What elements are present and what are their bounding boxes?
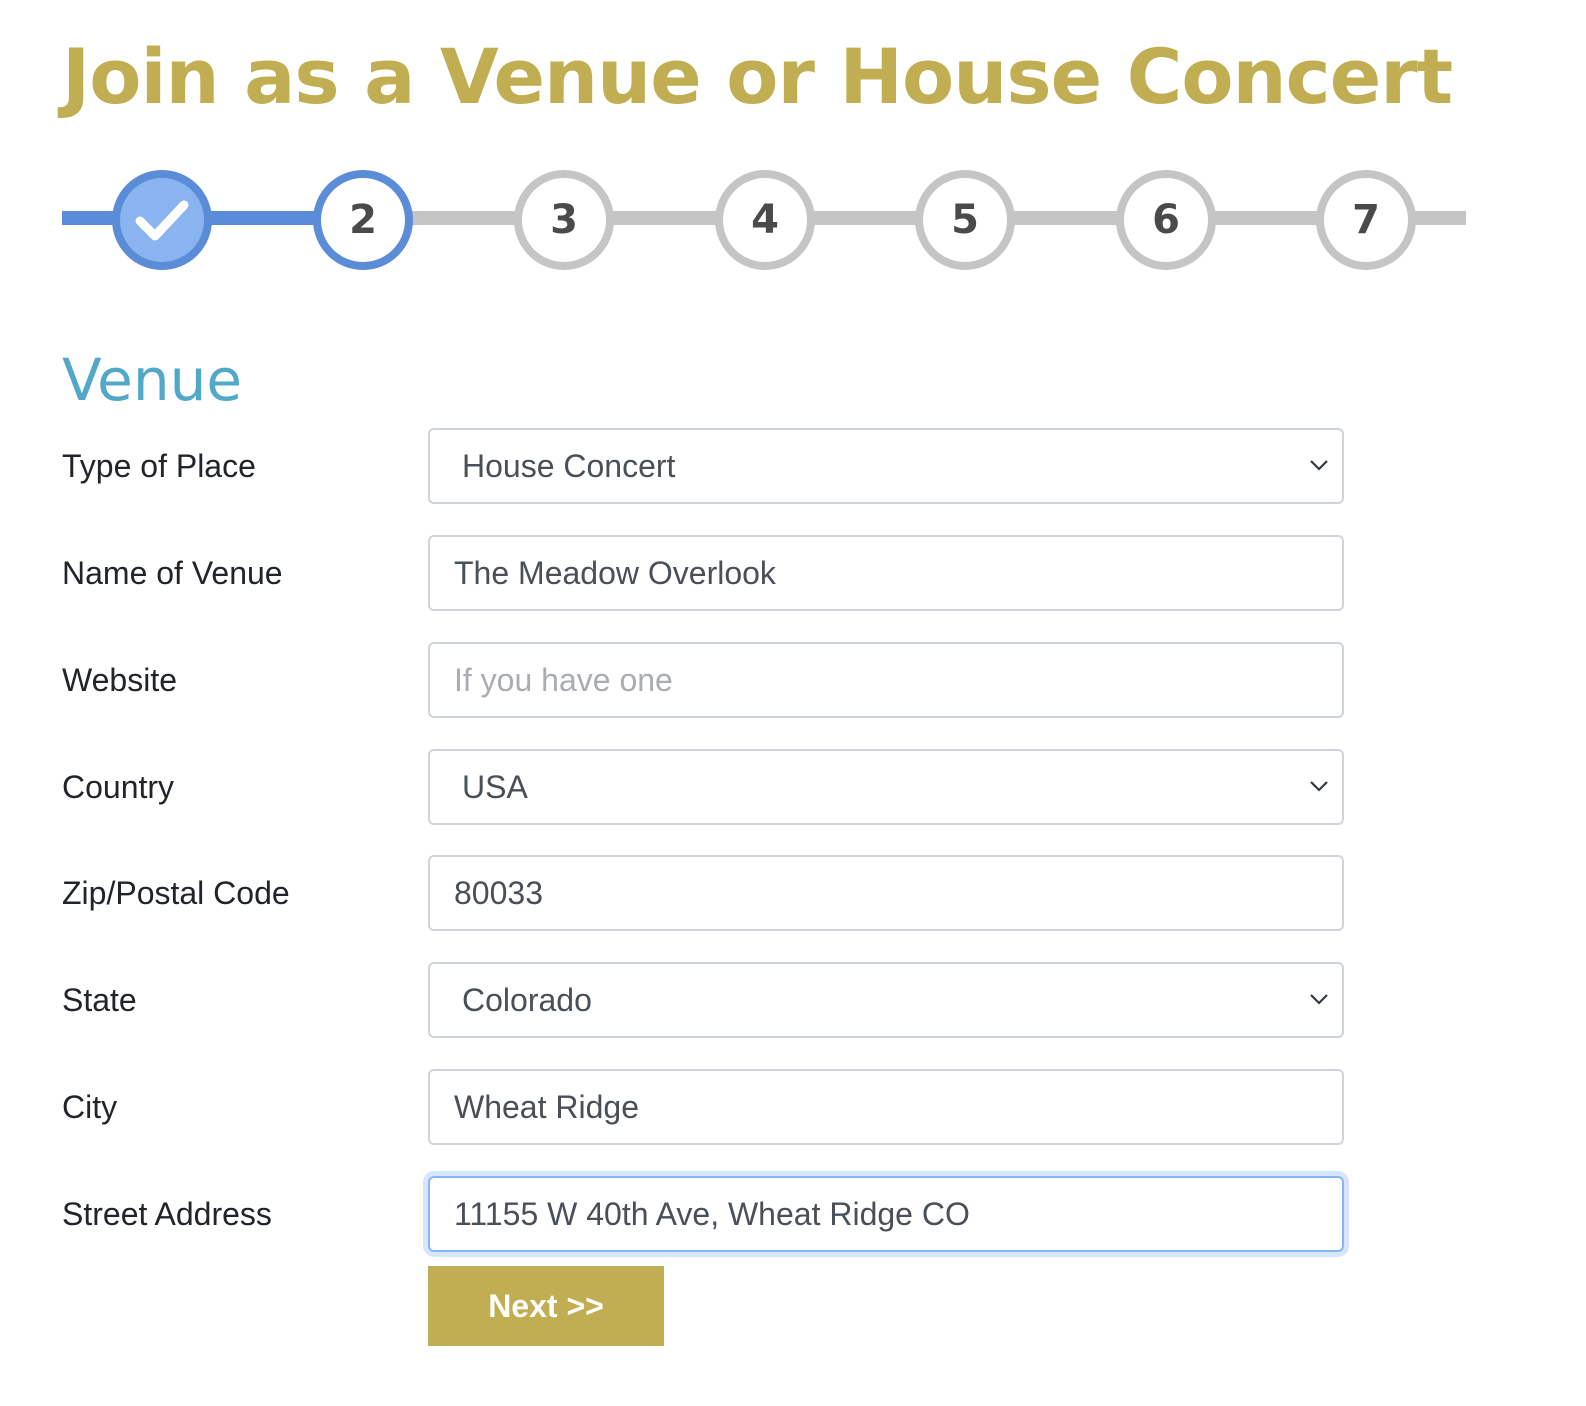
chevron-down-icon	[1310, 460, 1328, 471]
street-address-row: Street Address	[62, 1176, 1352, 1252]
city-row: City	[62, 1069, 1352, 1145]
chevron-down-icon	[1310, 781, 1328, 792]
progress-stepper: 2 3 4 5 6 7	[62, 170, 1466, 274]
check-icon	[134, 196, 190, 244]
step-1-completed[interactable]	[112, 170, 212, 270]
city-input[interactable]	[428, 1069, 1344, 1145]
state-row: State Colorado	[62, 962, 1352, 1038]
step-2-current[interactable]: 2	[313, 170, 413, 270]
zip-row: Zip/Postal Code	[62, 855, 1352, 931]
page-title: Join as a Venue or House Concert	[62, 32, 1453, 121]
country-value[interactable]: USA	[428, 749, 1344, 825]
name-of-venue-input[interactable]	[428, 535, 1344, 611]
street-address-label: Street Address	[62, 1196, 272, 1232]
website-row: Website	[62, 642, 1352, 718]
zip-label: Zip/Postal Code	[62, 875, 290, 911]
chevron-down-icon	[1310, 994, 1328, 1005]
next-button[interactable]: Next >>	[428, 1266, 664, 1346]
country-select[interactable]: USA	[428, 749, 1344, 825]
name-of-venue-label: Name of Venue	[62, 555, 283, 591]
state-label: State	[62, 982, 137, 1018]
step-7: 7	[1316, 170, 1416, 270]
street-address-input[interactable]	[428, 1176, 1344, 1252]
zip-input[interactable]	[428, 855, 1344, 931]
type-of-place-value[interactable]: House Concert	[428, 428, 1344, 504]
name-of-venue-row: Name of Venue	[62, 535, 1352, 611]
state-select[interactable]: Colorado	[428, 962, 1344, 1038]
step-5: 5	[915, 170, 1015, 270]
type-of-place-row: Type of Place House Concert	[62, 428, 1352, 504]
city-label: City	[62, 1089, 118, 1125]
website-input[interactable]	[428, 642, 1344, 718]
section-title-venue: Venue	[62, 346, 243, 414]
step-6: 6	[1116, 170, 1216, 270]
step-4: 4	[715, 170, 815, 270]
state-value[interactable]: Colorado	[428, 962, 1344, 1038]
type-of-place-select[interactable]: House Concert	[428, 428, 1344, 504]
website-label: Website	[62, 662, 178, 698]
type-of-place-label: Type of Place	[62, 448, 256, 484]
country-label: Country	[62, 769, 175, 805]
country-row: Country USA	[62, 749, 1352, 825]
step-3: 3	[514, 170, 614, 270]
